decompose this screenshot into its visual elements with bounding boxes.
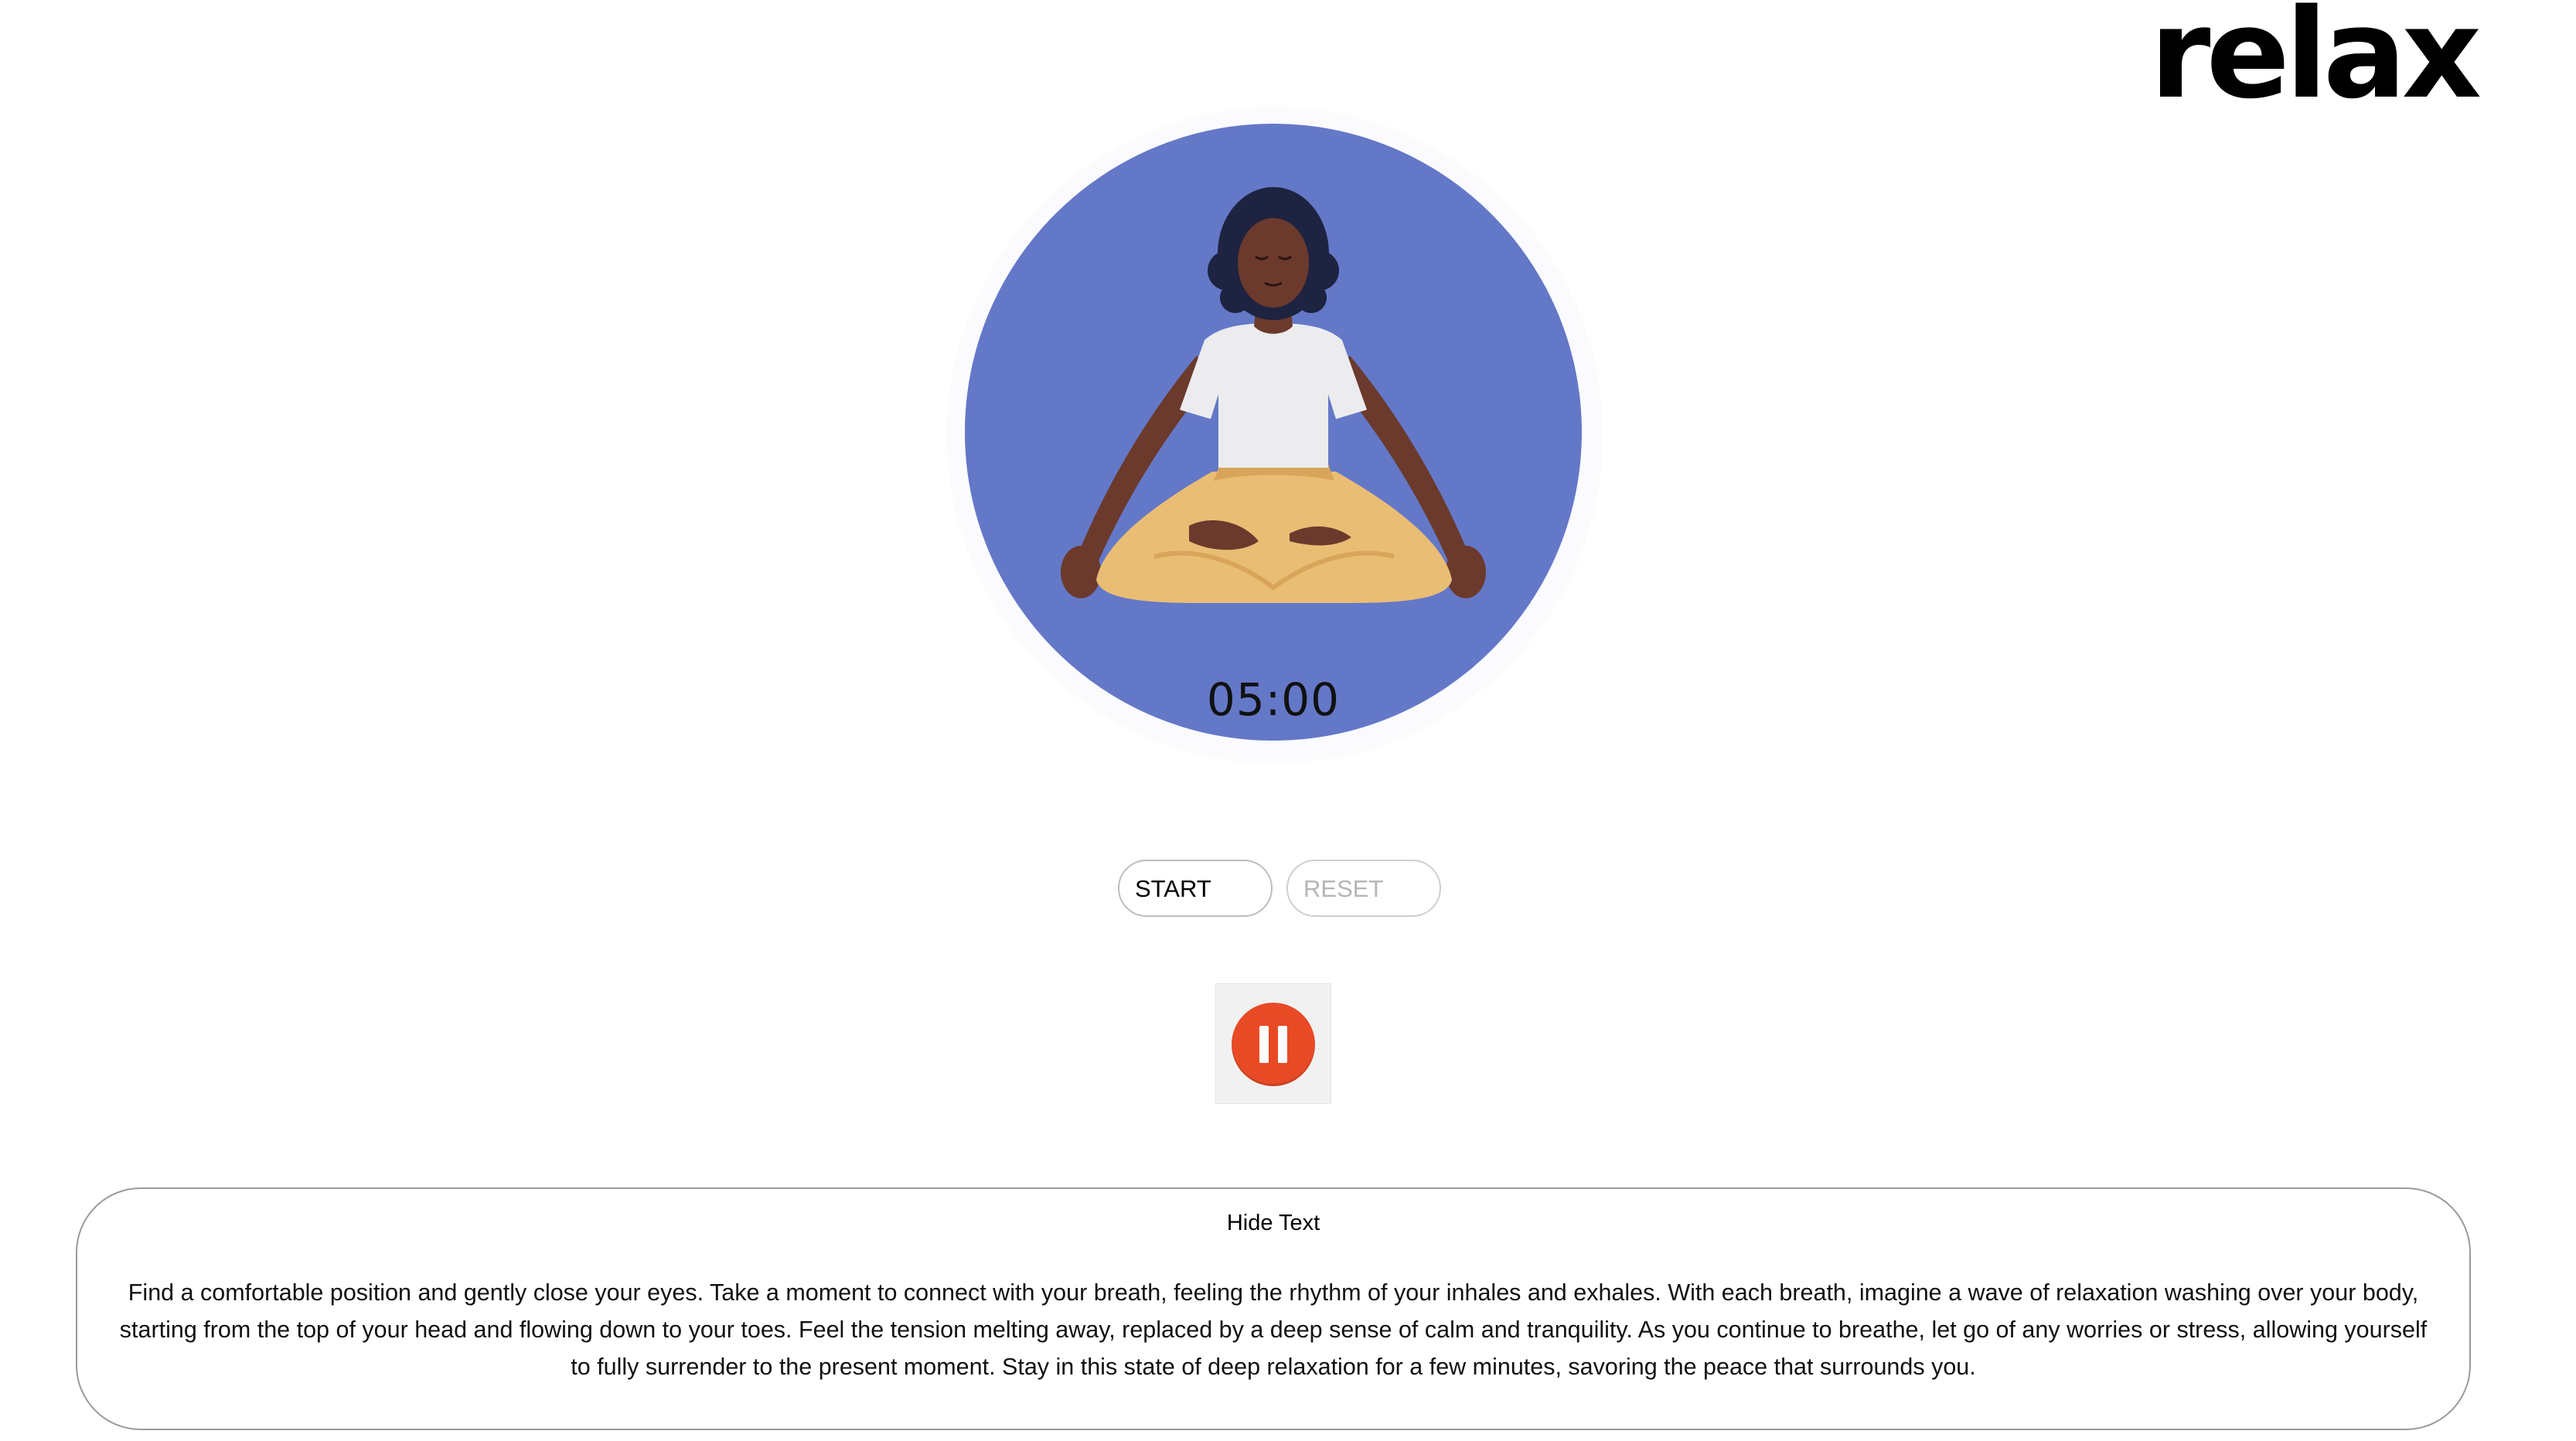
relax-logo: relax xyxy=(2149,0,2482,126)
countdown-timer: 05:00 xyxy=(1206,673,1341,726)
audio-player xyxy=(1215,983,1331,1104)
hide-text-toggle[interactable]: Hide Text xyxy=(77,1211,2469,1236)
reset-button[interactable]: RESET xyxy=(1286,860,1441,917)
meditating-woman-illustration xyxy=(1061,187,1486,603)
meditation-circle xyxy=(965,124,1582,741)
pause-button[interactable] xyxy=(1232,1003,1315,1086)
meditation-instructions: Find a comfortable position and gently c… xyxy=(119,1279,2428,1380)
meditation-text-panel: Hide Text Find a comfortable position an… xyxy=(76,1187,2471,1430)
start-button[interactable]: START xyxy=(1118,860,1273,917)
timer-controls: START RESET xyxy=(1118,860,1441,917)
